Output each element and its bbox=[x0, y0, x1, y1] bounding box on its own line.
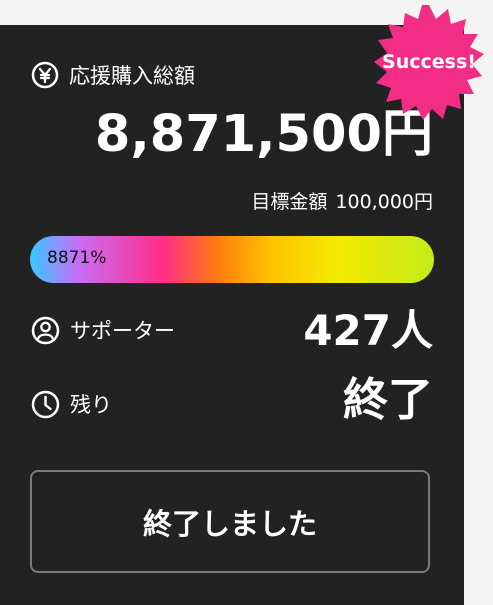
clock-icon bbox=[31, 390, 60, 419]
progress-percent: 8871% bbox=[47, 248, 107, 268]
supporters-count: 427人 bbox=[303, 306, 433, 355]
yen-icon bbox=[31, 61, 59, 89]
target-label: 目標金額 bbox=[251, 191, 328, 213]
remaining-label-row: 残り bbox=[31, 389, 112, 419]
target-value: 100,000円 bbox=[335, 191, 433, 213]
supporters-label-row: サポーター bbox=[31, 315, 175, 345]
progress-bar: 8871% bbox=[30, 236, 434, 283]
funding-total-label-row: 応援購入総額 bbox=[31, 60, 195, 90]
ended-button[interactable]: 終了しました bbox=[30, 470, 430, 573]
supporters-label: サポーター bbox=[70, 319, 175, 343]
user-icon bbox=[31, 316, 60, 345]
funding-total-label: 応援購入総額 bbox=[69, 64, 195, 88]
target-amount: 目標金額 100,000円 bbox=[251, 187, 433, 214]
remaining-status: 終了 bbox=[342, 373, 433, 426]
success-badge-text: Success! bbox=[382, 51, 476, 73]
success-badge: Success! bbox=[370, 3, 488, 121]
remaining-label: 残り bbox=[70, 393, 112, 417]
